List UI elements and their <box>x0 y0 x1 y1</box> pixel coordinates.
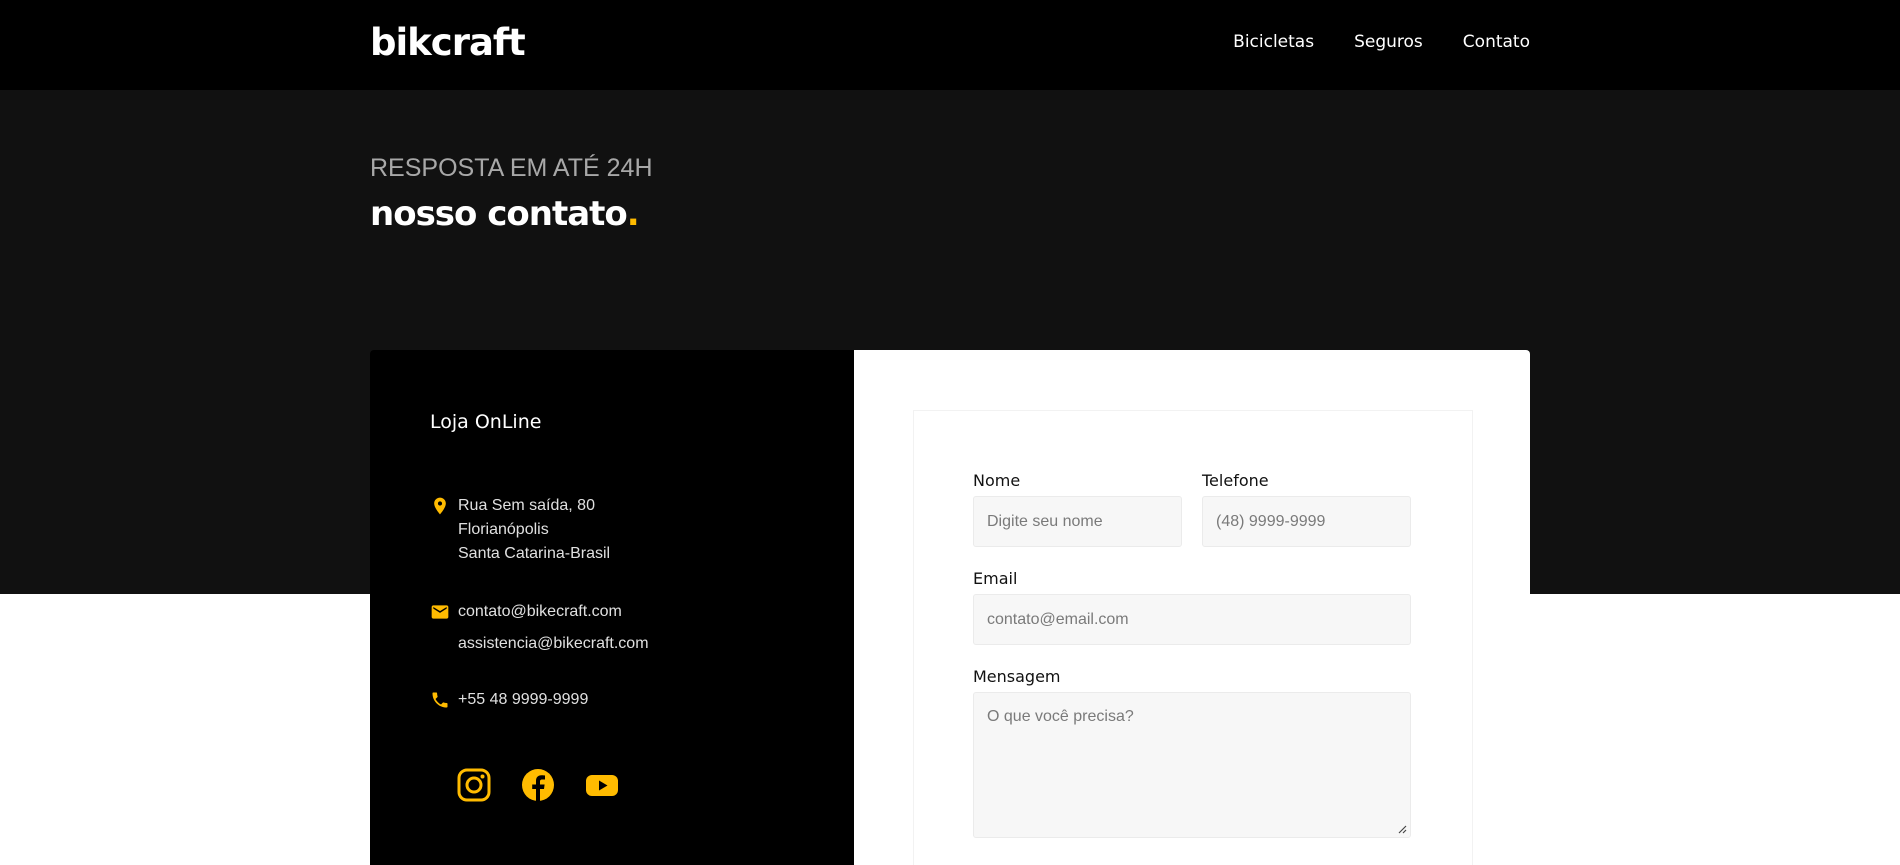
phone-input[interactable]: (48) 9999-9999 <box>1202 496 1411 547</box>
instagram-icon[interactable] <box>457 768 491 802</box>
contact-info-panel: Loja OnLine Rua Sem saída, 80 Florianópo… <box>370 350 854 865</box>
address-street: Rua Sem saída, 80 <box>458 497 595 514</box>
mail-icon <box>431 605 449 619</box>
top-navbar: bikcraft Bicicletas Seguros Contato <box>0 0 1900 90</box>
phone-number[interactable]: +55 48 9999-9999 <box>458 688 588 712</box>
address-lines: Rua Sem saída, 80 Florianópolis Santa Ca… <box>458 494 610 566</box>
page-title-text: nosso contato <box>370 194 628 234</box>
phone-lines: +55 48 9999-9999 <box>458 688 588 712</box>
address-state: Santa Catarina-Brasil <box>458 545 611 562</box>
store-title: Loja OnLine <box>430 411 542 433</box>
youtube-icon[interactable] <box>585 768 619 802</box>
email-lines: contato@bikecraft.com assistencia@bikecr… <box>458 600 649 656</box>
message-placeholder: O que você precisa? <box>987 708 1134 725</box>
nav-link-contato[interactable]: Contato <box>1463 30 1530 54</box>
address-city: Florianópolis <box>458 521 549 538</box>
hero-subtitle: RESPOSTA EM ATÉ 24H <box>370 154 653 182</box>
name-label: Nome <box>973 471 1021 490</box>
name-input[interactable]: Digite seu nome <box>973 496 1182 547</box>
contact-form: Nome Digite seu nome Telefone (48) 9999-… <box>913 410 1473 865</box>
email-contato[interactable]: contato@bikecraft.com <box>458 600 649 624</box>
email-assistencia[interactable]: assistencia@bikecraft.com <box>458 632 649 656</box>
brand-logo[interactable]: bikcraft <box>370 20 526 66</box>
phone-label: Telefone <box>1202 471 1269 490</box>
title-accent-dot: . <box>626 194 640 234</box>
contact-form-panel: Nome Digite seu nome Telefone (48) 9999-… <box>854 350 1530 865</box>
phone-icon <box>432 692 448 708</box>
nav-link-bicicletas[interactable]: Bicicletas <box>1233 30 1314 54</box>
page-title: nosso contato. <box>370 192 640 236</box>
email-label: Email <box>973 569 1018 588</box>
message-textarea[interactable]: O que você precisa? <box>973 692 1411 838</box>
facebook-icon[interactable] <box>521 768 555 802</box>
resize-handle-icon[interactable] <box>1397 824 1407 834</box>
social-links <box>457 768 619 802</box>
location-pin-icon <box>434 497 446 515</box>
main-nav: Bicicletas Seguros Contato <box>1233 30 1530 54</box>
message-label: Mensagem <box>973 667 1061 686</box>
email-input[interactable]: contato@email.com <box>973 594 1411 645</box>
nav-link-seguros[interactable]: Seguros <box>1354 30 1423 54</box>
